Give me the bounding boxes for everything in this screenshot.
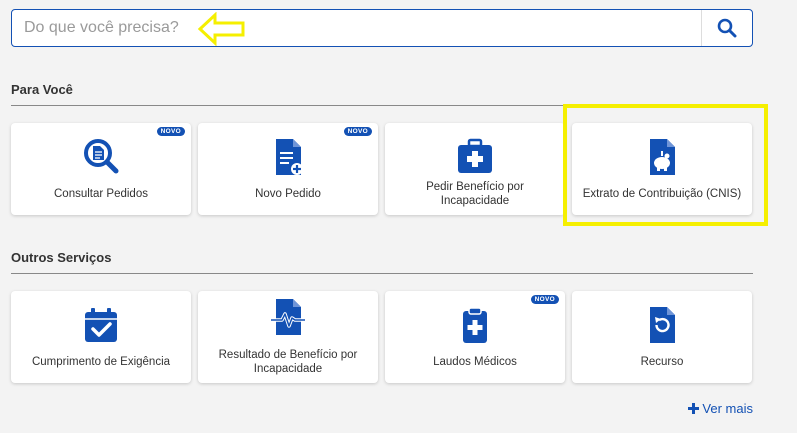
- search-button[interactable]: [702, 10, 752, 46]
- new-badge: NOVO: [530, 295, 559, 304]
- card-laudos-medicos[interactable]: NOVO Laudos Médicos: [385, 291, 565, 383]
- card-resultado-beneficio[interactable]: Resultado de Benefício por Incapacidade: [198, 291, 378, 383]
- ver-mais-label: Ver mais: [702, 401, 753, 416]
- card-cumprimento-exigencia[interactable]: Cumprimento de Exigência: [11, 291, 191, 383]
- card-label: Laudos Médicos: [433, 356, 517, 368]
- search-bar: [11, 9, 753, 47]
- calendar-check-icon: [81, 305, 121, 345]
- card-label: Cumprimento de Exigência: [31, 356, 171, 368]
- medical-kit-icon: [455, 137, 495, 177]
- search-icon: [717, 18, 737, 38]
- card-recurso[interactable]: Recurso: [572, 291, 752, 383]
- card-label: Consultar Pedidos: [54, 188, 148, 200]
- card-label: Novo Pedido: [255, 188, 321, 200]
- search-document-icon: [81, 137, 121, 177]
- card-label: Recurso: [640, 356, 684, 368]
- section-title-para-voce: Para Você: [11, 82, 73, 97]
- card-label: Resultado de Benefício por Incapacidade: [218, 349, 358, 375]
- medical-clipboard-icon: [455, 305, 495, 345]
- new-badge: NOVO: [343, 127, 372, 136]
- heartbeat-document-icon: [268, 297, 308, 337]
- card-label: Pedir Benefício por Incapacidade: [426, 181, 524, 207]
- new-badge: NOVO: [156, 127, 185, 136]
- card-novo-pedido[interactable]: NOVO Novo Pedido: [198, 123, 378, 215]
- arrow-left-icon: [197, 12, 245, 46]
- plus-icon: [688, 403, 700, 414]
- new-document-icon: [268, 137, 308, 177]
- highlight-annotation: [563, 104, 768, 226]
- card-consultar-pedidos[interactable]: NOVO Consultar Pedidos: [11, 123, 191, 215]
- ver-mais-link[interactable]: Ver mais: [688, 401, 753, 416]
- section-title-outros-servicos: Outros Serviços: [11, 250, 112, 265]
- section-divider: [11, 273, 753, 274]
- card-pedir-beneficio[interactable]: Pedir Benefício por Incapacidade: [385, 123, 565, 215]
- refresh-document-icon: [642, 305, 682, 345]
- search-input[interactable]: [12, 10, 702, 46]
